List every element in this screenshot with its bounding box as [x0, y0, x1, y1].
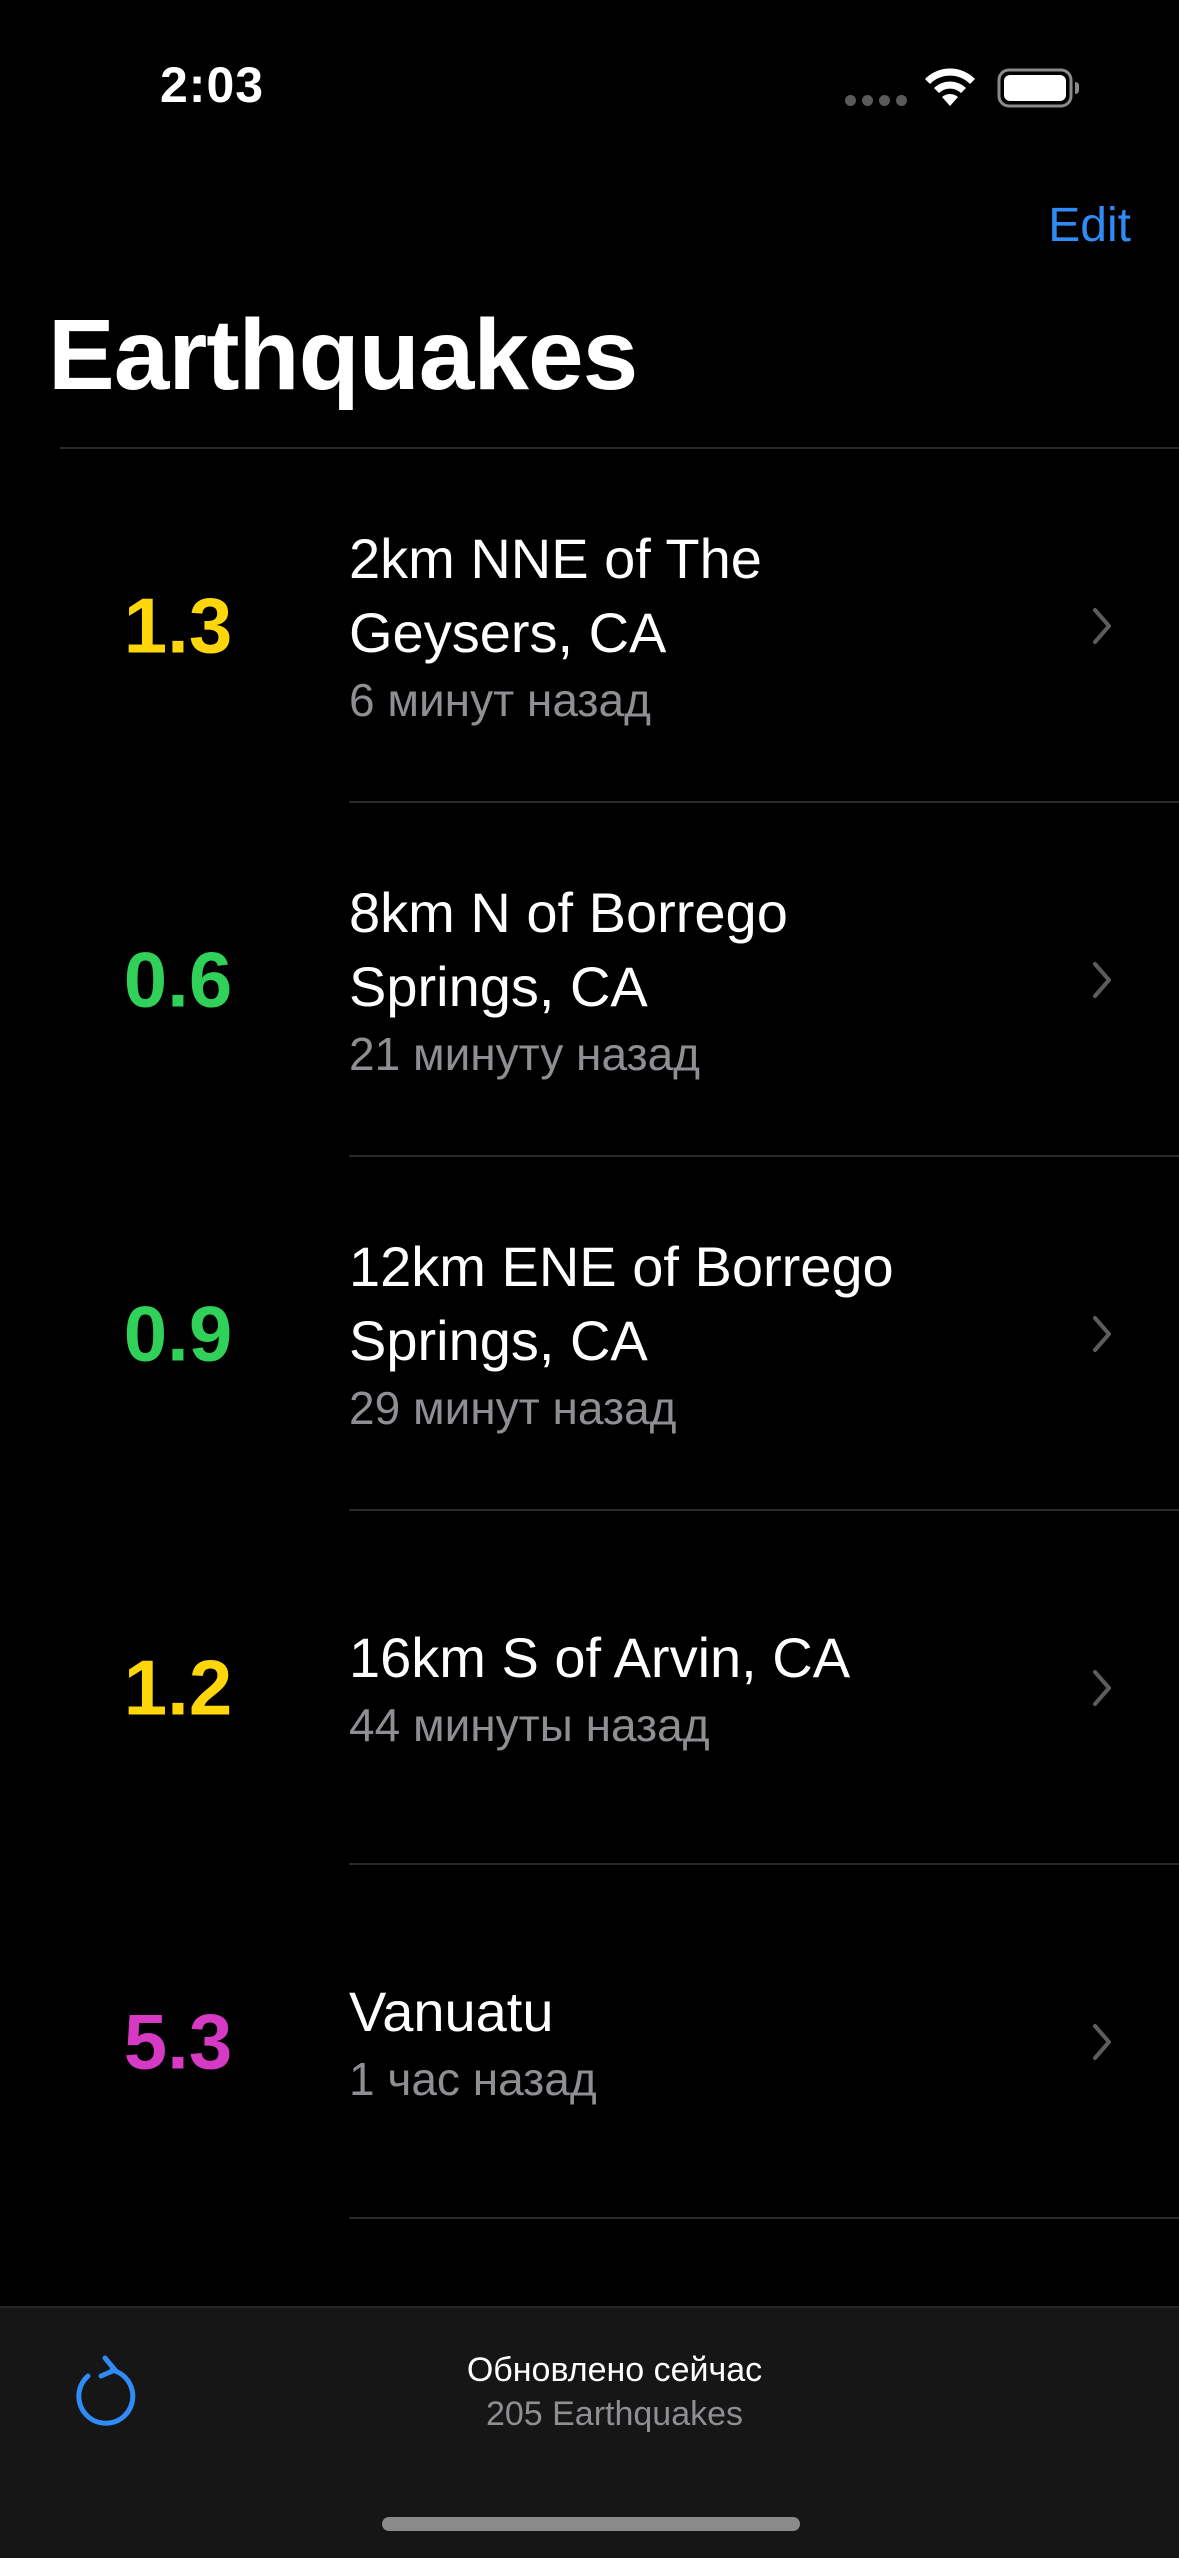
- chevron-right-icon: [1093, 1670, 1111, 1706]
- chevron-right-icon: [1093, 608, 1111, 644]
- wifi-icon: [925, 68, 975, 106]
- status-bar: 2:03: [0, 0, 1179, 160]
- earthquake-time: 44 минуты назад: [349, 1699, 710, 1751]
- magnitude-value: 0.6: [123, 935, 233, 1024]
- earthquake-place: 16km S of Arvin, CA: [349, 1626, 851, 1689]
- page-title: Earthquakes: [48, 299, 638, 411]
- chevron-right-icon: [1093, 2024, 1111, 2060]
- earthquake-details: 8km N of Borrego Springs, CA 21 минуту н…: [349, 876, 989, 1084]
- chevron-right-icon: [1093, 962, 1111, 998]
- magnitude-value: 0.9: [123, 1289, 233, 1378]
- earthquake-row[interactable]: 5.3 Vanuatu 1 час назад: [0, 1865, 1179, 2219]
- earthquake-place: 12km ENE of Borrego Springs, CA: [349, 1235, 894, 1372]
- earthquake-row[interactable]: 0.6 8km N of Borrego Springs, CA 21 мину…: [0, 803, 1179, 1157]
- earthquake-time: 6 минут назад: [349, 674, 651, 726]
- updated-label: Обновлено сейчас: [466, 2351, 763, 2389]
- earthquake-place: 8km N of Borrego Springs, CA: [349, 881, 788, 1018]
- earthquake-time: 29 минут назад: [349, 1382, 677, 1434]
- chevron-right-icon: [1093, 1316, 1111, 1352]
- earthquake-count: 205 Earthquakes: [485, 2395, 744, 2433]
- earthquake-details: 16km S of Arvin, CA 44 минуты назад: [349, 1621, 989, 1755]
- earthquake-place: Vanuatu: [349, 1980, 554, 2043]
- battery-icon: [997, 68, 1079, 108]
- earthquake-details: 12km ENE of Borrego Springs, CA 29 минут…: [349, 1230, 989, 1438]
- earthquake-time: 1 час назад: [349, 2053, 597, 2105]
- update-status: Обновлено сейчас 205 Earthquakes: [0, 2348, 1179, 2436]
- earthquake-list[interactable]: 1.3 2km NNE of The Geysers, CA 6 минут н…: [0, 449, 1179, 2219]
- status-time: 2:03: [160, 57, 265, 113]
- earthquake-row[interactable]: 0.9 12km ENE of Borrego Springs, CA 29 м…: [0, 1157, 1179, 1511]
- earthquake-time: 21 минуту назад: [349, 1028, 701, 1080]
- earthquake-row[interactable]: 1.3 2km NNE of The Geysers, CA 6 минут н…: [0, 449, 1179, 803]
- magnitude-value: 1.3: [123, 581, 233, 670]
- earthquake-details: 2km NNE of The Geysers, CA 6 минут назад: [349, 522, 989, 730]
- earthquake-details: Vanuatu 1 час назад: [349, 1975, 989, 2109]
- magnitude-value: 1.2: [123, 1643, 233, 1732]
- cellular-signal-icon: [845, 95, 907, 106]
- earthquake-place: 2km NNE of The Geysers, CA: [349, 527, 762, 664]
- home-indicator: [382, 2517, 800, 2531]
- magnitude-value: 5.3: [123, 1997, 233, 2086]
- edit-button[interactable]: Edit: [1048, 198, 1131, 253]
- row-divider: [349, 2217, 1179, 2219]
- earthquake-row[interactable]: 1.2 16km S of Arvin, CA 44 минуты назад: [0, 1511, 1179, 1865]
